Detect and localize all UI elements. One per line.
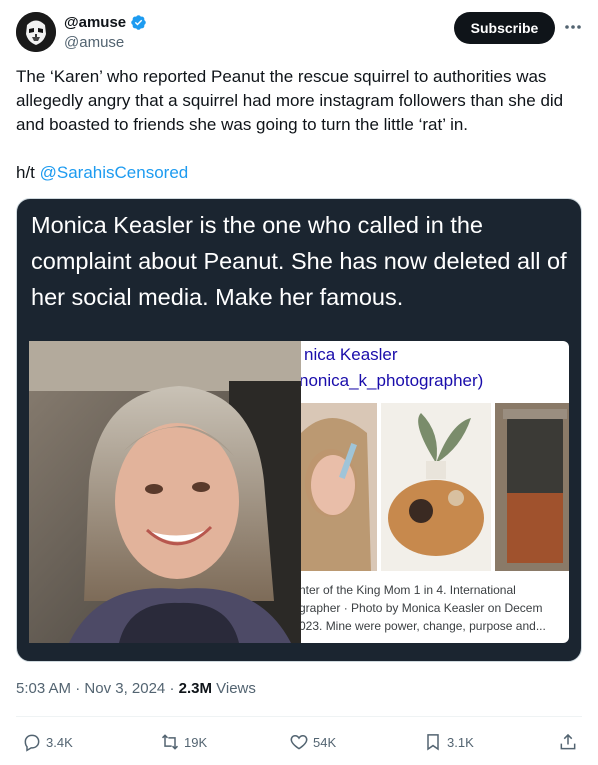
like-button[interactable]: 54K [289,731,336,753]
post-text-block: The ‘Karen’ who reported Peanut the resc… [16,65,582,185]
display-name[interactable]: @amuse [64,14,126,31]
screenshot-desc-line: nter of the King Mom 1 in 4. Internation… [301,583,516,597]
repost-icon [161,734,179,750]
heart-icon [290,734,308,750]
media-image[interactable]: Monica Keasler is the one who called in … [16,198,582,662]
stormtrooper-avatar-icon [16,12,56,52]
subscribe-button[interactable]: Subscribe [454,12,555,44]
profile-screenshot: nica Keasler nonica_k_photographer) nter… [301,341,569,643]
share-button[interactable] [558,731,578,753]
bookmark-count: 3.1K [447,734,474,750]
avatar[interactable] [16,12,56,52]
mention-link[interactable]: @SarahisCensored [40,163,189,182]
post-date[interactable]: Nov 3, 2024 [84,680,165,697]
screenshot-handle: nonica_k_photographer) [301,371,484,390]
post-meta: 5:03 AM · Nov 3, 2024 · 2.3M Views [16,680,256,697]
post-text: The ‘Karen’ who reported Peanut the resc… [16,67,564,134]
repost-count: 19K [184,734,208,750]
handle[interactable]: @amuse [64,34,147,51]
hat-tip-prefix: h/t [16,163,40,182]
screenshot-name: nica Keasler [304,345,398,364]
meta-separator: · [71,680,85,697]
media-caption: Monica Keasler is the one who called in … [31,212,567,310]
screenshot-description: nter of the King Mom 1 in 4. Internation… [301,581,569,635]
views-label: Views [211,680,256,697]
more-horizontal-icon[interactable] [562,16,584,38]
screenshot-desc-line: 023. Mine were power, change, purpose an… [301,619,546,633]
bookmark-icon [427,734,439,751]
hat-tip-line: h/t @SarahisCensored [16,161,582,185]
reply-count: 3.4K [46,734,73,750]
share-icon [560,733,576,750]
views-count: 2.3M [178,680,212,697]
screenshot-desc-line: grapher · Photo by Monica Keasler on Dec… [301,601,543,615]
author-block: @amuse @amuse [64,14,147,51]
verified-badge-icon [131,15,146,30]
divider [16,716,582,717]
reply-button[interactable]: 3.4K [22,731,73,753]
reply-icon [24,734,40,752]
tweet: @amuse @amuse Subscribe The ‘Karen’ who … [0,0,598,765]
woman-selfie-photo [29,341,301,643]
post-time[interactable]: 5:03 AM [16,680,71,697]
repost-button[interactable]: 19K [160,731,207,753]
meta-separator-2: · [165,680,179,697]
screenshot-thumbnails [301,403,569,571]
like-count: 54K [313,734,337,750]
bookmark-button[interactable]: 3.1K [423,731,474,753]
